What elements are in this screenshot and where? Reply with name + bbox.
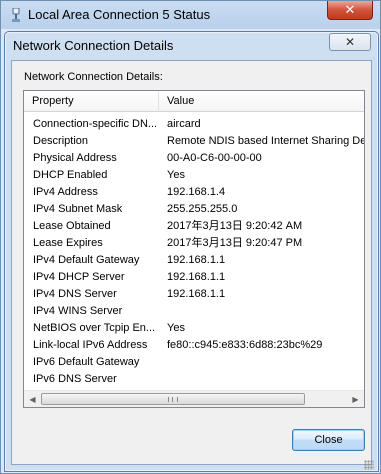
scroll-left-button[interactable]: ◀ (24, 391, 41, 407)
value-cell: 00-A0-C6-00-00-00 (167, 152, 262, 164)
table-row[interactable]: Description Remote NDIS based Internet Sh… (24, 132, 364, 149)
network-adapter-icon (11, 7, 21, 22)
value-cell: 2017年3月13日 9:20:42 AM (167, 220, 303, 232)
close-icon: ✕ (344, 35, 356, 49)
table-row[interactable]: IPv4 DNS Server 192.168.1.1 (24, 285, 364, 302)
table-row[interactable]: IPv4 DHCP Server 192.168.1.1 (24, 268, 364, 285)
value-cell: fe80::c945:e833:6d88:23bc%29 (167, 339, 323, 351)
value-cell: Remote NDIS based Internet Sharing Dev (167, 135, 365, 147)
back-window-title: Local Area Connection 5 Status (28, 7, 211, 22)
property-cell: IPv4 Address (33, 186, 98, 198)
dialog-close-button[interactable]: ✕ (329, 33, 371, 51)
property-cell: IPv4 Subnet Mask (33, 203, 123, 215)
property-cell: IPv4 WINS Server (33, 305, 123, 317)
property-cell: Lease Expires (33, 237, 103, 249)
column-header-value[interactable]: Value (159, 91, 364, 112)
arrow-right-icon: ▶ (352, 394, 359, 404)
back-window-close-button[interactable]: ✕ (327, 1, 373, 20)
listview-header: Property Value (24, 91, 364, 112)
table-row[interactable]: DHCP Enabled Yes (24, 166, 364, 183)
close-button[interactable]: Close (292, 429, 365, 451)
table-row[interactable]: Lease Expires 2017年3月13日 9:20:47 PM (24, 234, 364, 251)
dialog-titlebar[interactable]: Network Connection Details ✕ (5, 32, 378, 60)
value-cell: 192.168.1.1 (167, 271, 226, 283)
table-row[interactable]: Connection-specific DN... aircard (24, 115, 364, 132)
property-cell: Connection-specific DN... (33, 118, 157, 130)
scroll-right-button[interactable]: ▶ (347, 391, 364, 407)
table-row[interactable]: IPv4 Default Gateway 192.168.1.1 (24, 251, 364, 268)
value-cell (167, 354, 364, 370)
scrollbar-thumb[interactable] (41, 393, 305, 405)
value-cell: Yes (167, 169, 185, 181)
property-cell: DHCP Enabled (33, 169, 108, 181)
table-row[interactable]: Lease Obtained 2017年3月13日 9:20:42 AM (24, 217, 364, 234)
table-row[interactable]: IPv6 Default Gateway (24, 353, 364, 370)
grip-icon (168, 397, 178, 402)
details-listview[interactable]: Property Value Connection-specific DN...… (23, 90, 365, 408)
property-cell: IPv6 DNS Server (33, 373, 117, 385)
back-window-titlebar[interactable]: Local Area Connection 5 Status ✕ (1, 1, 380, 29)
property-cell: Description (33, 135, 89, 147)
close-icon: ✕ (344, 2, 356, 17)
property-cell: Lease Obtained (33, 220, 111, 232)
value-cell: 192.168.1.1 (167, 254, 226, 266)
resize-grip-icon[interactable] (364, 460, 374, 470)
value-cell: 2017年3月13日 9:20:47 PM (167, 237, 303, 249)
value-cell: Yes (167, 322, 185, 334)
property-cell: IPv6 Default Gateway (33, 356, 140, 368)
property-cell: IPv4 DNS Server (33, 288, 117, 300)
table-row[interactable]: Link-local IPv6 Address fe80::c945:e833:6… (24, 336, 364, 353)
listview-rows: Connection-specific DN... aircard Descript… (24, 115, 364, 387)
table-row[interactable]: IPv4 WINS Server (24, 302, 364, 319)
property-cell: IPv4 Default Gateway (33, 254, 140, 266)
table-row[interactable]: IPv4 Subnet Mask 255.255.255.0 (24, 200, 364, 217)
property-cell: Physical Address (33, 152, 117, 164)
arrow-left-icon: ◀ (29, 394, 36, 404)
property-cell: IPv4 DHCP Server (33, 271, 125, 283)
value-cell (167, 371, 364, 387)
table-row[interactable]: NetBIOS over Tcpip En... Yes (24, 319, 364, 336)
value-cell: 192.168.1.4 (167, 186, 226, 198)
horizontal-scrollbar[interactable]: ◀ ▶ (24, 390, 364, 407)
value-cell: 192.168.1.1 (167, 288, 226, 300)
value-cell (167, 303, 364, 319)
value-cell: aircard (167, 118, 201, 130)
table-row[interactable]: IPv4 Address 192.168.1.4 (24, 183, 364, 200)
property-cell: NetBIOS over Tcpip En... (33, 322, 156, 334)
value-cell: 255.255.255.0 (167, 203, 238, 215)
dialog-title: Network Connection Details (13, 38, 174, 53)
section-label: Network Connection Details: (24, 71, 163, 83)
property-cell: Link-local IPv6 Address (33, 339, 148, 351)
table-row[interactable]: Physical Address 00-A0-C6-00-00-00 (24, 149, 364, 166)
column-header-property[interactable]: Property (24, 91, 159, 112)
table-row[interactable]: IPv6 DNS Server (24, 370, 364, 387)
